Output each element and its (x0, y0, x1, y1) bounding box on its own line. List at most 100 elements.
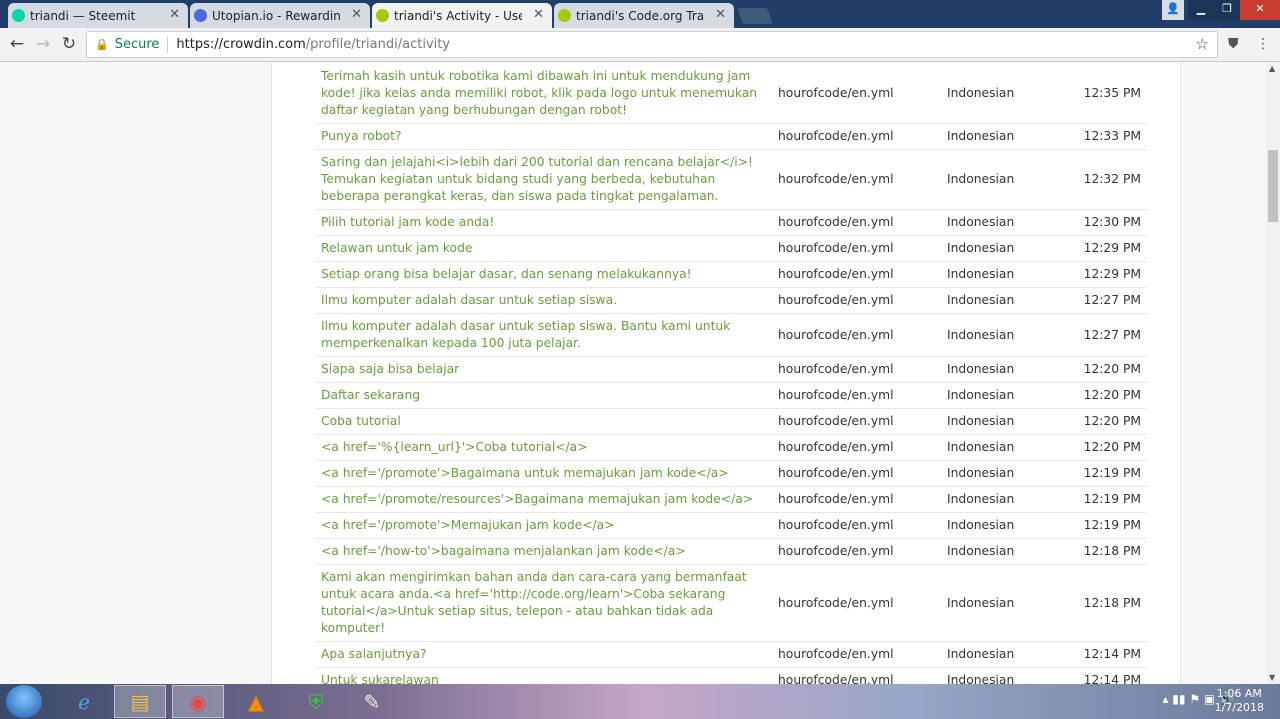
translation-text[interactable]: Saring dan jelajahi<i>lebih dari 200 tut… (316, 149, 773, 210)
language: Indonesian (939, 235, 1069, 262)
language: Indonesian (939, 641, 1069, 668)
table-row: Untuk sukarelawan hourofcode/en.yml Indone… (316, 667, 1147, 684)
file-name: hourofcode/en.yml (773, 261, 939, 288)
language: Indonesian (939, 149, 1069, 210)
maximize-button[interactable]: ❐ (1214, 0, 1240, 20)
language: Indonesian (939, 460, 1069, 487)
timestamp: 12:19 PM (1069, 486, 1147, 513)
translation-text[interactable]: <a href='/promote/resources'>Bagaimana m… (316, 486, 773, 513)
activity-table: Terimah kasih untuk robotika kami dibawa… (316, 64, 1147, 684)
timestamp: 12:19 PM (1069, 460, 1147, 487)
minimize-button[interactable]: ▁ (1188, 0, 1214, 20)
timestamp: 12:35 PM (1069, 64, 1147, 124)
close-icon[interactable]: ✕ (169, 7, 180, 22)
close-icon[interactable]: ✕ (351, 7, 362, 22)
translation-text[interactable]: Siapa saja bisa belajar (316, 356, 773, 383)
menu-icon[interactable]: ⋮ (1256, 36, 1270, 52)
tab-steemit[interactable]: triandi — Steemit ✕ (8, 3, 188, 28)
translation-text[interactable]: Terimah kasih untuk robotika kami dibawa… (316, 64, 773, 124)
scrollbar[interactable]: ▲ ▼ (1266, 62, 1280, 684)
table-row: Ilmu komputer adalah dasar untuk setiap … (316, 313, 1147, 357)
window-close-button[interactable]: ✕ (1240, 0, 1280, 20)
tab-activity[interactable]: triandi's Activity - Users a ✕ (372, 3, 552, 28)
file-name: hourofcode/en.yml (773, 512, 939, 539)
timestamp: 12:20 PM (1069, 408, 1147, 435)
address-bar[interactable]: 🔒 Secure https://crowdin.com/profile/tri… (86, 31, 1218, 58)
translation-text[interactable]: Untuk sukarelawan (316, 667, 773, 684)
file-name: hourofcode/en.yml (773, 641, 939, 668)
new-tab-button[interactable] (737, 8, 773, 24)
language: Indonesian (939, 667, 1069, 684)
translation-text[interactable]: Setiap orang bisa belajar dasar, dan sen… (316, 261, 773, 288)
translation-text[interactable]: Ilmu komputer adalah dasar untuk setiap … (316, 287, 773, 314)
file-name: hourofcode/en.yml (773, 667, 939, 684)
forward-icon[interactable]: → (32, 33, 54, 55)
scroll-thumb[interactable] (1268, 150, 1278, 222)
table-row: Saring dan jelajahi<i>lebih dari 200 tut… (316, 149, 1147, 210)
translation-text[interactable]: Relawan untuk jam kode (316, 235, 773, 262)
file-name: hourofcode/en.yml (773, 486, 939, 513)
table-row: Pilih tutorial jam kode anda! hourofcode/… (316, 209, 1147, 236)
table-row: Daftar sekarang hourofcode/en.yml Indonesi… (316, 382, 1147, 409)
reload-icon[interactable]: ↻ (58, 33, 80, 55)
taskbar: ℯ ▤ ◉ ▲ ⛨ ✎ ▴ ▮▮ ⚑ ▣ 🔊 1:06 AM 1/7/2018 (0, 684, 1280, 719)
language: Indonesian (939, 356, 1069, 383)
translation-text[interactable]: <a href='/promote'>Bagaimana untuk memaj… (316, 460, 773, 487)
file-name: hourofcode/en.yml (773, 64, 939, 124)
translation-text[interactable]: Ilmu komputer adalah dasar untuk setiap … (316, 313, 773, 357)
file-explorer-icon[interactable]: ▤ (114, 685, 166, 718)
internet-explorer-icon[interactable]: ℯ (58, 685, 110, 718)
file-name: hourofcode/en.yml (773, 434, 939, 461)
table-row: Relawan untuk jam kode hourofcode/en.yml I… (316, 235, 1147, 262)
timestamp: 12:18 PM (1069, 538, 1147, 565)
browser-toolbar: ← → ↻ 🔒 Secure https://crowdin.com/profi… (0, 28, 1280, 62)
translation-text[interactable]: Daftar sekarang (316, 382, 773, 409)
table-row: Apa salanjutnya? hourofcode/en.yml Indones… (316, 641, 1147, 668)
language: Indonesian (939, 486, 1069, 513)
translation-text[interactable]: Kami akan mengirimkan bahan anda dan car… (316, 564, 773, 642)
table-row: Coba tutorial hourofcode/en.yml Indonesian… (316, 408, 1147, 435)
language: Indonesian (939, 64, 1069, 124)
clock[interactable]: 1:06 AM 1/7/2018 (1215, 687, 1264, 715)
timestamp: 12:20 PM (1069, 382, 1147, 409)
table-row: Punya robot? hourofcode/en.yml Indonesian 1… (316, 123, 1147, 150)
language: Indonesian (939, 512, 1069, 539)
scroll-up-icon[interactable]: ▲ (1269, 64, 1275, 73)
back-icon[interactable]: ← (6, 33, 28, 55)
close-icon[interactable]: ✕ (533, 7, 544, 22)
translation-text[interactable]: Apa salanjutnya? (316, 641, 773, 668)
tab-title: triandi — Steemit (30, 8, 136, 23)
scroll-down-icon[interactable]: ▼ (1269, 673, 1275, 682)
bookmark-star-icon[interactable]: ☆ (1196, 35, 1209, 53)
file-name: hourofcode/en.yml (773, 460, 939, 487)
table-row: Terimah kasih untuk robotika kami dibawa… (316, 64, 1147, 124)
table-row: <a href='%{learn_url}'>Coba tutorial</a>… (316, 434, 1147, 461)
translation-text[interactable]: Pilih tutorial jam kode anda! (316, 209, 773, 236)
file-name: hourofcode/en.yml (773, 313, 939, 357)
security-shield-icon[interactable]: ⛨ (290, 685, 342, 718)
steemit-icon (12, 9, 25, 22)
translation-text[interactable]: Coba tutorial (316, 408, 773, 435)
tab-title: triandi's Activity - Users a (394, 8, 522, 23)
timestamp: 12:14 PM (1069, 641, 1147, 668)
user-icon[interactable]: 👤 (1162, 0, 1184, 20)
language: Indonesian (939, 209, 1069, 236)
translation-text[interactable]: <a href='/how-to'>bagaimana menjalankan … (316, 538, 773, 565)
translation-text[interactable]: Punya robot? (316, 123, 773, 150)
file-name: hourofcode/en.yml (773, 123, 939, 150)
url-host: https://crowdin.com (176, 37, 306, 52)
vlc-icon[interactable]: ▲ (230, 685, 282, 718)
timestamp: 12:29 PM (1069, 261, 1147, 288)
timestamp: 12:27 PM (1069, 287, 1147, 314)
close-icon[interactable]: ✕ (715, 7, 726, 22)
translation-text[interactable]: <a href='/promote'>Memajukan jam kode</a… (316, 512, 773, 539)
chrome-icon[interactable]: ◉ (172, 685, 224, 718)
start-button[interactable] (6, 685, 42, 718)
crowdin-icon (558, 9, 571, 22)
page-viewport: Terimah kasih untuk robotika kami dibawa… (0, 62, 1266, 684)
tab-codeorg[interactable]: triandi's Code.org Transla ✕ (554, 3, 734, 28)
shield-extension-icon[interactable]: ⛊ (1228, 36, 1239, 52)
paint-icon[interactable]: ✎ (346, 685, 398, 718)
tab-utopian[interactable]: Utopian.io - Rewarding C ✕ (190, 3, 370, 28)
translation-text[interactable]: <a href='%{learn_url}'>Coba tutorial</a> (316, 434, 773, 461)
